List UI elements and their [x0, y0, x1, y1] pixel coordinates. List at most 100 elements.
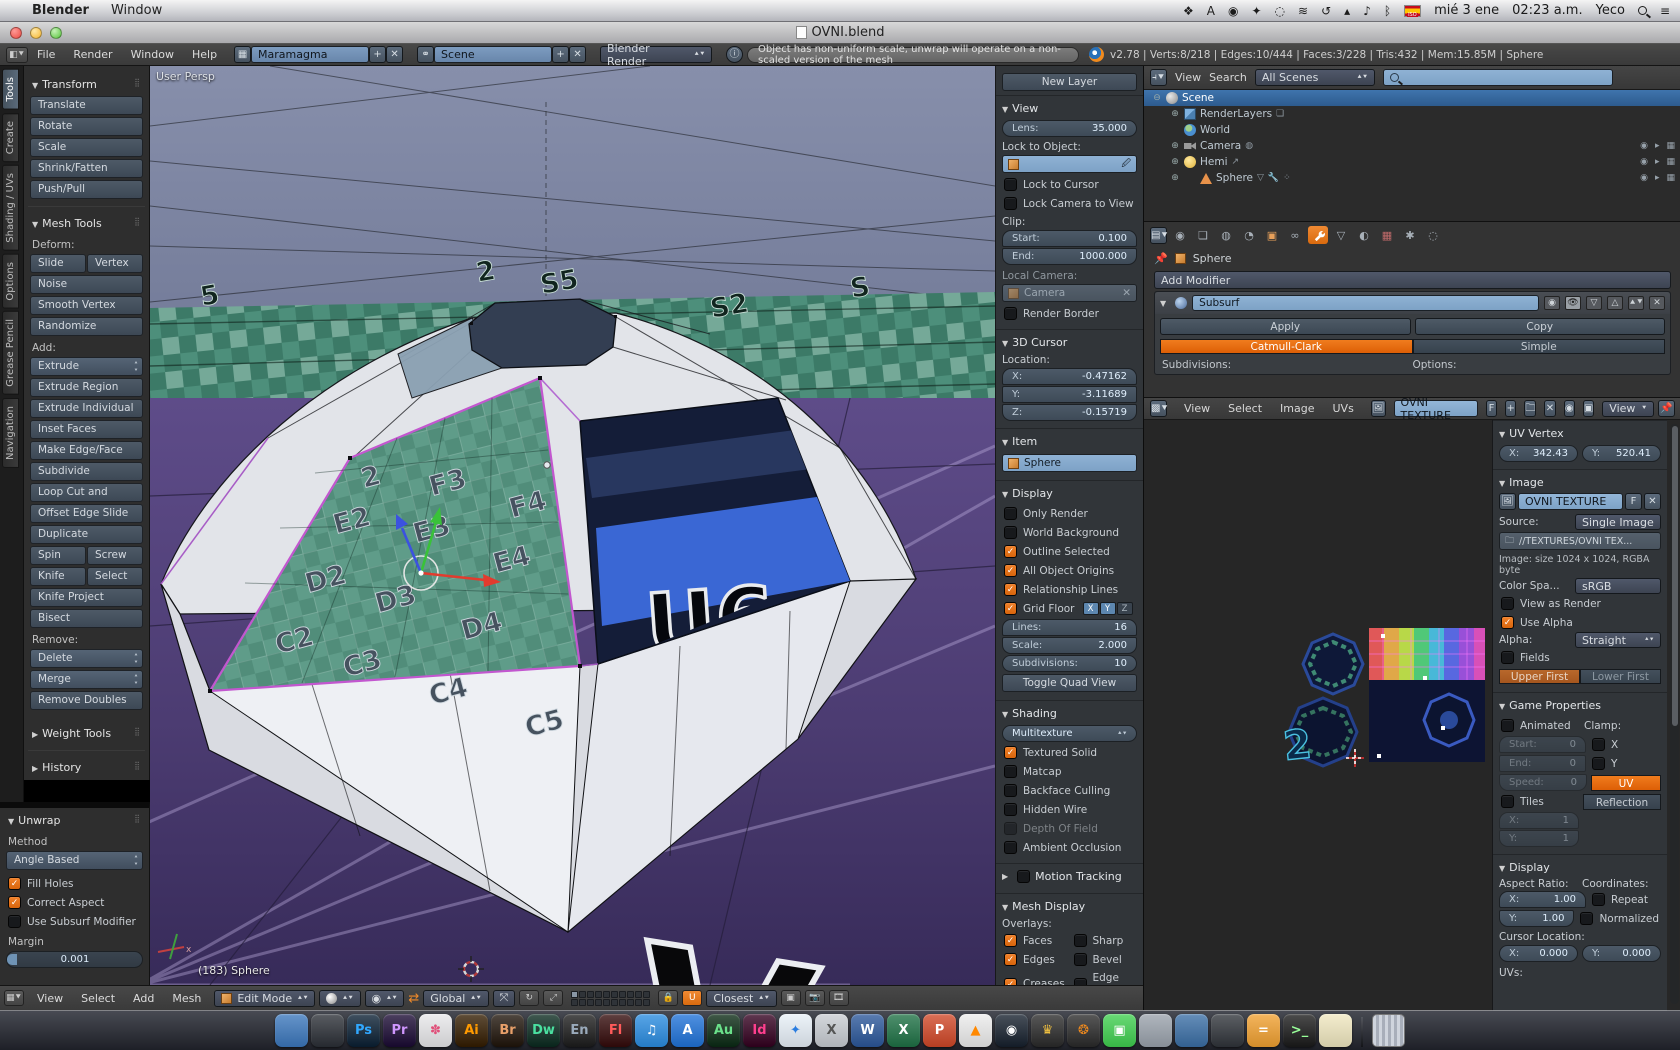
check-row-use-subsurf-modifier[interactable]: Use Subsurf Modifier: [6, 912, 143, 931]
grid-subdivisions-slider[interactable]: Subdivisions: 10: [1002, 655, 1137, 672]
tab-render[interactable]: ◉: [1170, 226, 1190, 244]
dock-app-blue[interactable]: [1175, 1014, 1208, 1047]
pivot-point-select[interactable]: ◉ ⯅⯆: [364, 989, 405, 1007]
dock-steam[interactable]: ◉: [995, 1014, 1028, 1047]
grid-floor-checkbox[interactable]: ✓: [1004, 602, 1017, 615]
render-opengl-button[interactable]: 📷: [804, 990, 825, 1006]
modifier-delete-button[interactable]: ✕: [1649, 296, 1665, 310]
delete-scene-button[interactable]: ✕: [569, 46, 587, 63]
outliner-row-scene[interactable]: ⊖ Scene: [1144, 90, 1680, 106]
outliner-row-world[interactable]: World: [1144, 122, 1680, 138]
uv-cursor-y-slider[interactable]: Y: 0.000: [1582, 945, 1661, 962]
tiles-row[interactable]: Tiles: [1499, 792, 1579, 811]
expand-icon[interactable]: ⊕: [1170, 157, 1180, 167]
tool-inset-faces[interactable]: Inset Faces: [30, 420, 143, 439]
layer-toggle-16[interactable]: [611, 998, 619, 1006]
reflection-button[interactable]: Reflection: [1583, 793, 1661, 810]
snap-target-icon[interactable]: ▣: [780, 990, 801, 1006]
normalized-checkbox[interactable]: [1580, 912, 1594, 925]
image-path-field[interactable]: 🗀 //TEXTURES/OVNI TEX...: [1499, 532, 1661, 550]
tab-physics[interactable]: ◌: [1423, 226, 1443, 244]
checkbox-all-object-origins[interactable]: ✓: [1004, 564, 1017, 577]
editor-type-3dview-icon[interactable]: ▦⯆: [4, 990, 24, 1006]
display-panel-header[interactable]: ▼ Display: [1002, 483, 1137, 504]
checkbox-hidden-wire[interactable]: [1004, 803, 1017, 816]
checkbox-correct-aspect[interactable]: ✓: [8, 896, 21, 909]
transform-panel-header[interactable]: ▼ Transform ⣿: [30, 74, 143, 95]
mesh-display-header[interactable]: ▼ Mesh Display: [1002, 896, 1137, 917]
layer-toggle-5[interactable]: [603, 990, 611, 998]
checkbox-use-subsurf-modifier[interactable]: [8, 915, 21, 928]
margin-slider[interactable]: 0.001: [6, 951, 143, 968]
menubar-app-name[interactable]: Blender: [32, 3, 89, 18]
tool-noise[interactable]: Noise: [30, 275, 143, 294]
expand-icon[interactable]: ⊕: [1170, 141, 1180, 151]
dropbox-icon[interactable]: ❖: [1183, 5, 1194, 17]
panel-header-weight-tools[interactable]: ▶ Weight Tools ⣿: [30, 723, 143, 744]
repeat-row[interactable]: Repeat: [1590, 890, 1661, 909]
breadcrumb-object-name[interactable]: Sphere: [1193, 252, 1232, 265]
checkbox-depth-of-field[interactable]: [1004, 822, 1017, 835]
uv-coordinates-button[interactable]: UV Coordinates: [1591, 774, 1661, 806]
anim-speed-slider[interactable]: Speed: 0: [1499, 774, 1587, 791]
manipulator-rotate-button[interactable]: ↻: [519, 990, 540, 1006]
menu-uv-uvs[interactable]: UVs: [1324, 402, 1363, 415]
checkbox-ambient-occlusion[interactable]: [1004, 841, 1017, 854]
dock-dreamweaver[interactable]: Dw: [527, 1014, 560, 1047]
unlink-image-button[interactable]: ✕: [1544, 400, 1556, 417]
layer-toggle-13[interactable]: [587, 998, 595, 1006]
animated-checkbox[interactable]: [1501, 719, 1514, 732]
outliner-filter-select[interactable]: All Scenes ⯅⯆: [1254, 69, 1375, 86]
checkbox-edges[interactable]: ✓: [1004, 953, 1017, 966]
layer-buttons[interactable]: [571, 990, 651, 1006]
layer-toggle-4[interactable]: [595, 990, 603, 998]
renderable-icon[interactable]: ▦: [1666, 173, 1675, 183]
colorspace-select[interactable]: sRGB: [1575, 578, 1661, 594]
selectable-icon[interactable]: ▸: [1655, 173, 1660, 183]
image-datablock-icon[interactable]: 🖼: [1499, 493, 1516, 510]
tab-constraints[interactable]: ∞: [1285, 226, 1305, 244]
dock-terminal[interactable]: >_: [1283, 1014, 1316, 1047]
notification-center-icon[interactable]: ≡: [1660, 5, 1670, 17]
tab-object-data[interactable]: ▽: [1331, 226, 1351, 244]
lock-icon[interactable]: 🔒: [658, 990, 679, 1006]
grid-floor-row[interactable]: ✓ Grid Floor X Y Z: [1002, 599, 1137, 618]
layer-toggle-11[interactable]: [571, 998, 579, 1006]
render-engine-select[interactable]: Blender Render ⯅⯆: [600, 42, 713, 68]
selectable-icon[interactable]: ▸: [1655, 157, 1660, 167]
scene-selector-icon[interactable]: ⚭: [417, 46, 435, 63]
outliner-search-menu[interactable]: Search: [1209, 71, 1247, 84]
menu-info-render[interactable]: Render: [64, 48, 121, 61]
copy-button[interactable]: Copy: [1414, 318, 1665, 335]
clip-start-slider[interactable]: Start: 0.100: [1002, 230, 1137, 247]
unwrap-method-select[interactable]: Angle Based: [6, 851, 143, 870]
tab-scene[interactable]: ◍: [1216, 226, 1236, 244]
tab-texture[interactable]: ▦: [1377, 226, 1397, 244]
toolshelf-tab-grease-pencil[interactable]: Grease Pencil: [2, 311, 19, 395]
eye-icon[interactable]: ◉: [1640, 173, 1648, 183]
eject-icon[interactable]: ▴: [1344, 5, 1350, 17]
tool-translate[interactable]: Translate: [30, 96, 143, 115]
manipulator-translate-button[interactable]: ⤧: [492, 989, 516, 1007]
dock-premiere[interactable]: Pr: [383, 1014, 416, 1047]
check-row-depth-of-field[interactable]: Depth Of Field: [1002, 819, 1137, 838]
grid-axis-x[interactable]: X: [1082, 602, 1099, 615]
tab-particles[interactable]: ✱: [1400, 226, 1420, 244]
lock-camera-checkbox[interactable]: [1004, 197, 1017, 210]
menubar-date[interactable]: mié 3 ene: [1434, 3, 1499, 18]
tab-material[interactable]: ◐: [1354, 226, 1374, 244]
image-browse-icon[interactable]: 🖼: [1370, 400, 1386, 417]
dock-facetime[interactable]: ▣: [1103, 1014, 1136, 1047]
tool-spin[interactable]: Spin: [30, 546, 86, 565]
keyboard-layout-flag[interactable]: ISO: [1404, 4, 1422, 17]
layer-toggle-12[interactable]: [579, 998, 587, 1006]
dock-powerpoint[interactable]: P: [923, 1014, 956, 1047]
layer-toggle-3[interactable]: [587, 990, 595, 998]
image-unlink[interactable]: ✕: [1644, 493, 1661, 510]
check-row-matcap[interactable]: Matcap: [1002, 762, 1137, 781]
dock-game-crown[interactable]: ♛: [1031, 1014, 1064, 1047]
tool-extrude-region[interactable]: Extrude Region: [30, 378, 143, 397]
fields-row[interactable]: Fields: [1499, 648, 1661, 667]
modifier-render-toggle[interactable]: ◉: [1544, 296, 1560, 310]
tool-merge[interactable]: Merge: [30, 670, 143, 689]
